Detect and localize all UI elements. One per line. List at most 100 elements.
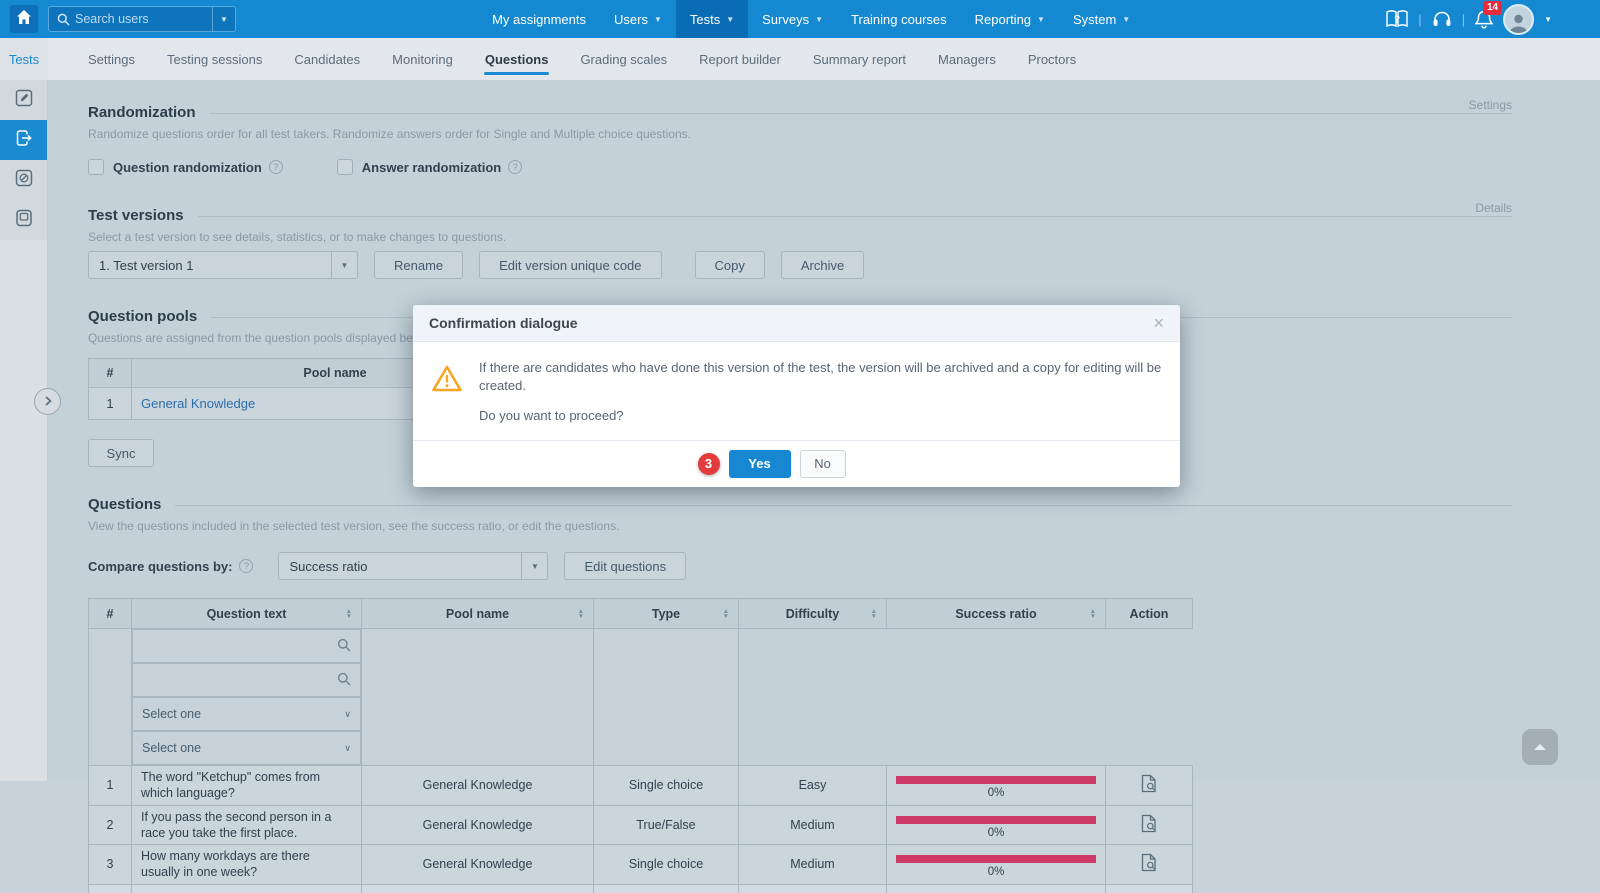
- preview-question-button[interactable]: [1106, 845, 1193, 885]
- column-header-difficulty[interactable]: Difficulty▲▼: [739, 599, 887, 629]
- edit-pencil-icon: [14, 88, 34, 113]
- tab-managers[interactable]: Managers: [922, 38, 1012, 80]
- nav-item-surveys[interactable]: Surveys▼: [748, 0, 837, 38]
- sidebar-item-test-versions[interactable]: [0, 120, 47, 160]
- success-ratio-value: 0%: [896, 827, 1096, 839]
- tab-report-builder[interactable]: Report builder: [683, 38, 797, 80]
- avatar[interactable]: [1503, 4, 1534, 35]
- support-headset-icon[interactable]: [1432, 11, 1452, 28]
- nav-item-training-courses[interactable]: Training courses: [837, 0, 961, 38]
- compare-controls: Compare questions by: ? Success ratio ▼ …: [88, 552, 1512, 580]
- difficulty: Medium: [739, 845, 887, 885]
- column-header-success-ratio[interactable]: Success ratio▲▼: [887, 599, 1106, 629]
- sort-icon[interactable]: ▲▼: [578, 609, 584, 619]
- pool-name-link[interactable]: General Knowledge: [132, 396, 255, 411]
- tab-candidates[interactable]: Candidates: [278, 38, 376, 80]
- pool-name-filter-input[interactable]: [132, 663, 361, 697]
- test-versions-details-link[interactable]: Details: [1475, 201, 1512, 215]
- arrow-up-icon: [1534, 744, 1546, 750]
- preview-question-button[interactable]: [1106, 805, 1193, 845]
- topnav-menu: My assignments Users▼ Tests▼ Surveys▼ Tr…: [478, 0, 1144, 38]
- difficulty-filter-select[interactable]: Select one∨: [132, 731, 361, 765]
- section-subtitle: Randomize questions order for all test t…: [88, 127, 1512, 141]
- row-number: 3: [89, 845, 132, 885]
- topnav-right: ? | | 14 ▼: [1386, 4, 1552, 35]
- sidebar-item-archive[interactable]: [0, 200, 47, 240]
- notifications-bell-icon[interactable]: 14: [1475, 10, 1493, 29]
- tab-proctors[interactable]: Proctors: [1012, 38, 1092, 80]
- dialog-title: Confirmation dialogue: [429, 315, 578, 331]
- rename-button[interactable]: Rename: [374, 251, 463, 279]
- questions-section: Questions View the questions included in…: [88, 495, 1512, 893]
- tab-monitoring[interactable]: Monitoring: [376, 38, 469, 80]
- tab-settings[interactable]: Settings: [72, 38, 151, 80]
- pool-name: General Knowledge: [362, 805, 594, 845]
- sidebar-expand-button[interactable]: [34, 388, 61, 415]
- sidebar-item-edit-test[interactable]: [0, 80, 47, 120]
- edit-version-code-button[interactable]: Edit version unique code: [479, 251, 661, 279]
- question-text-filter-input[interactable]: [132, 629, 361, 663]
- edit-questions-button[interactable]: Edit questions: [564, 552, 686, 580]
- divider: [210, 113, 1513, 114]
- type-filter-select[interactable]: Select one∨: [132, 697, 361, 731]
- test-version-select[interactable]: 1. Test version 1 ▼: [88, 251, 358, 279]
- sync-button[interactable]: Sync: [88, 439, 154, 467]
- question-randomization-checkbox[interactable]: [88, 159, 104, 175]
- compare-by-select[interactable]: Success ratio ▼: [278, 552, 548, 580]
- randomization-settings-link[interactable]: Settings: [1469, 98, 1512, 112]
- test-version-controls: 1. Test version 1 ▼ Rename Edit version …: [88, 251, 1512, 279]
- section-title: Test versions: [88, 207, 198, 224]
- yes-button[interactable]: Yes: [729, 450, 791, 478]
- success-ratio-cell: 0%: [887, 845, 1106, 885]
- questions-table: # Question text▲▼ Pool name▲▼ Type▲▼ Dif…: [88, 598, 1193, 893]
- sort-icon[interactable]: ▲▼: [723, 609, 729, 619]
- dialog-body: If there are candidates who have done th…: [413, 342, 1180, 440]
- search-input[interactable]: [70, 12, 212, 26]
- nav-item-tests[interactable]: Tests▼: [676, 0, 748, 38]
- scroll-to-top-button[interactable]: [1522, 729, 1558, 765]
- column-header-question-text[interactable]: Question text▲▼: [132, 599, 362, 629]
- nav-item-reporting[interactable]: Reporting▼: [961, 0, 1059, 38]
- dialog-message-line1: If there are candidates who have done th…: [479, 359, 1162, 394]
- sort-icon[interactable]: ▲▼: [346, 609, 352, 619]
- tab-summary-report[interactable]: Summary report: [797, 38, 922, 80]
- sidebar-item-restrictions[interactable]: [0, 160, 47, 200]
- success-ratio-bar: [896, 776, 1096, 784]
- nav-item-my-assignments[interactable]: My assignments: [478, 0, 600, 38]
- help-icon[interactable]: ?: [269, 160, 283, 174]
- sort-icon[interactable]: ▲▼: [871, 609, 877, 619]
- search-scope-dropdown[interactable]: ▼: [212, 7, 235, 31]
- confirmation-dialog: Confirmation dialogue × If there are can…: [413, 305, 1180, 487]
- question-type: Single choice: [594, 845, 739, 885]
- notification-count-badge: 14: [1483, 1, 1502, 15]
- archive-box-icon: [14, 208, 34, 233]
- success-ratio-value: 0%: [896, 787, 1096, 799]
- copy-button[interactable]: Copy: [695, 251, 765, 279]
- table-header-row: # Question text▲▼ Pool name▲▼ Type▲▼ Dif…: [89, 599, 1193, 629]
- tab-questions[interactable]: Questions: [469, 38, 565, 80]
- chevron-down-icon: ▼: [331, 252, 357, 278]
- home-button[interactable]: [10, 5, 38, 33]
- table-row: 2 If you pass the second person in a rac…: [89, 805, 1193, 845]
- profile-menu-caret[interactable]: ▼: [1544, 15, 1552, 24]
- column-header-type[interactable]: Type▲▼: [594, 599, 739, 629]
- section-title: Question pools: [88, 308, 211, 325]
- tab-grading-scales[interactable]: Grading scales: [564, 38, 683, 80]
- nav-item-system[interactable]: System▼: [1059, 0, 1144, 38]
- nav-item-users[interactable]: Users▼: [600, 0, 676, 38]
- help-icon[interactable]: ?: [508, 160, 522, 174]
- dialog-message: If there are candidates who have done th…: [479, 359, 1162, 425]
- answer-randomization-checkbox[interactable]: [337, 159, 353, 175]
- preview-question-button[interactable]: [1106, 766, 1193, 806]
- table-row: 3 How many workdays are there usually in…: [89, 845, 1193, 885]
- help-icon[interactable]: ?: [239, 559, 253, 573]
- sort-icon[interactable]: ▲▼: [1090, 609, 1096, 619]
- tab-testing-sessions[interactable]: Testing sessions: [151, 38, 278, 80]
- close-icon[interactable]: ×: [1153, 314, 1164, 332]
- checkbox-label: Answer randomization: [362, 160, 501, 175]
- knowledge-base-icon[interactable]: ?: [1386, 10, 1408, 28]
- no-button[interactable]: No: [800, 450, 846, 478]
- column-header-pool-name[interactable]: Pool name▲▼: [362, 599, 594, 629]
- archive-button[interactable]: Archive: [781, 251, 864, 279]
- success-ratio-value: 0%: [896, 866, 1096, 878]
